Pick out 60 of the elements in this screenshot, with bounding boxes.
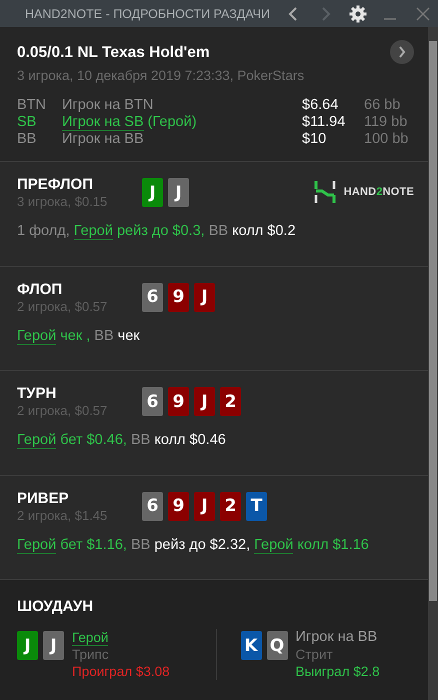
player-link[interactable]: Герой — [74, 223, 113, 240]
stack-bb: 119 bb — [364, 114, 408, 130]
stack-bb: 66 bb — [364, 97, 402, 113]
playing-card: Q — [266, 631, 288, 660]
playing-card: J — [168, 178, 189, 207]
player-link[interactable]: Герой — [17, 536, 56, 554]
hand-result: Проиграл $3.08 — [72, 663, 170, 680]
hand-result: Выиграл $2.8 — [296, 663, 380, 680]
playing-card: T — [246, 492, 267, 520]
playing-card: 6 — [142, 387, 163, 416]
stack-amount: $10 — [302, 131, 328, 147]
settings-icon[interactable] — [348, 4, 368, 24]
player-link[interactable]: Герой — [17, 328, 56, 344]
player-name: Игрок на BTN — [62, 97, 154, 113]
street-name: ПРЕФЛОП — [17, 176, 94, 193]
logo-text: HAND2NOTE — [344, 186, 414, 198]
hand-combo: Трипс — [72, 646, 110, 663]
player-name: Игрок на BB — [296, 629, 378, 646]
action-line: 1 фолд, Герой рейз до $0.3, BB колл $0.2 — [17, 223, 297, 239]
playing-card: 6 — [142, 492, 163, 520]
player-position: SB — [17, 114, 38, 130]
player-link[interactable]: Герой — [254, 536, 294, 554]
chevron-right-icon — [398, 46, 406, 58]
player-name: Игрок на BB — [62, 131, 145, 147]
player-name: Игрок на SB (Герой) — [62, 114, 198, 130]
showdown-title: ШОУДАУН — [17, 598, 94, 615]
playing-card: 6 — [142, 282, 163, 312]
playing-card: 2 — [220, 492, 241, 520]
playing-card: J — [17, 631, 38, 660]
hand-combo: Стрит — [296, 646, 334, 663]
player-link[interactable]: Игрок на SB — [62, 114, 144, 131]
action-line: Герой бет $0.46, BB колл $0.46 — [17, 432, 227, 448]
playing-card: J — [142, 178, 163, 207]
street-name: ФЛОП — [17, 280, 64, 298]
scrollbar[interactable] — [428, 27, 438, 700]
playing-card: J — [194, 282, 215, 312]
action-line: Герой чек , BB чек — [17, 328, 141, 344]
stack-amount: $6.64 — [302, 97, 340, 113]
street-name: РИВЕР — [17, 490, 70, 506]
playing-card: 2 — [220, 387, 241, 416]
hand-subtitle: 3 игрока, 10 декабря 2019 7:23:33, PokerStars — [17, 68, 306, 83]
playing-card: J — [43, 631, 64, 660]
window-title: HAND2NOTE - ПОДРОБНОСТИ РАЗДАЧИ — [25, 6, 270, 20]
logo-icon — [314, 180, 336, 204]
player-position: BTN — [17, 97, 47, 113]
stack-bb: 100 bb — [364, 131, 410, 147]
playing-card: 9 — [168, 387, 189, 416]
stack-amount: $11.94 — [302, 114, 346, 130]
action-line: Герой бет $1.16, BB рейз до $2.32, Герой колл $1.16 — [17, 536, 370, 552]
playing-card: J — [194, 492, 215, 520]
playing-card: J — [194, 387, 215, 416]
playing-card: K — [240, 631, 262, 660]
player-position: BB — [17, 131, 38, 147]
player-link[interactable]: Герой — [72, 630, 108, 646]
player-link[interactable]: Герой — [17, 432, 56, 449]
playing-card: 9 — [168, 282, 189, 312]
street-name: ТУРН — [17, 385, 58, 402]
next-button[interactable] — [390, 40, 414, 64]
playing-card: 9 — [168, 492, 189, 520]
hand-title: 0.05/0.1 NL Texas Hold'em — [17, 44, 210, 62]
